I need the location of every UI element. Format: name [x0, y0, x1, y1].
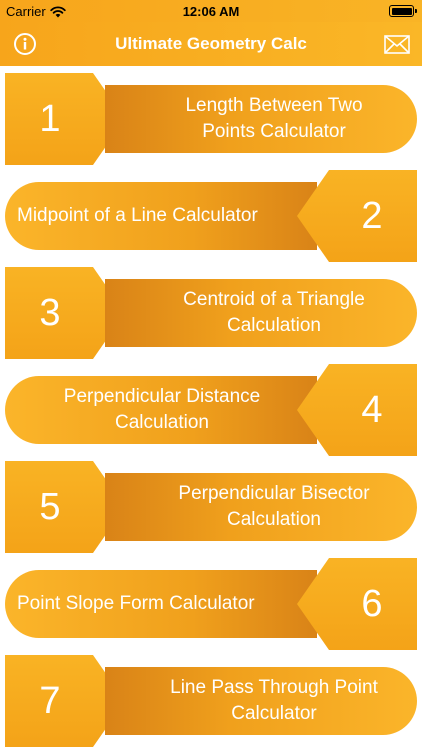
battery-icon — [389, 5, 417, 17]
item-number: 6 — [361, 583, 383, 625]
calculator-item-7[interactable]: 7 Line Pass Through Point Calculator — [5, 655, 417, 747]
status-bar: Carrier 12:06 AM — [0, 0, 422, 22]
item-label-pill: Perpendicular Distance Calculation — [5, 376, 317, 444]
item-label-pill: Centroid of a Triangle Calculation — [105, 279, 417, 347]
item-number: 4 — [361, 389, 383, 431]
item-label: Midpoint of a Line Calculator — [17, 205, 258, 226]
page-title: Ultimate Geometry Calc — [115, 34, 307, 53]
calculator-item-5[interactable]: 5 Perpendicular Bisector Calculation — [5, 461, 417, 553]
item-label: Line Pass Through Point Calculator — [170, 677, 378, 724]
mail-icon[interactable] — [384, 35, 410, 54]
item-label-pill: Perpendicular Bisector Calculation — [105, 473, 417, 541]
item-label-pill: Midpoint of a Line Calculator — [5, 182, 317, 250]
nav-bar: Ultimate Geometry Calc — [0, 22, 422, 66]
item-number: 2 — [361, 195, 383, 237]
calculator-list: 1 Length Between Two Points Calculator M… — [0, 66, 422, 750]
item-number: 7 — [39, 680, 61, 722]
calculator-item-1[interactable]: 1 Length Between Two Points Calculator — [5, 73, 417, 165]
calculator-item-3[interactable]: 3 Centroid of a Triangle Calculation — [5, 267, 417, 359]
item-label: Centroid of a Triangle Calculation — [183, 289, 365, 336]
item-number: 3 — [39, 292, 61, 334]
clock: 12:06 AM — [182, 4, 240, 19]
item-label: Perpendicular Distance Calculation — [63, 386, 261, 433]
item-number: 5 — [39, 486, 61, 528]
item-label: Length Between Two Points Calculator — [185, 95, 363, 142]
item-label-pill: Line Pass Through Point Calculator — [105, 667, 417, 735]
calculator-item-6[interactable]: Point Slope Form Calculator 6 — [5, 558, 417, 650]
item-label: Perpendicular Bisector Calculation — [178, 483, 370, 530]
item-label: Point Slope Form Calculator — [17, 593, 255, 614]
item-number: 1 — [39, 98, 61, 140]
item-label-pill: Length Between Two Points Calculator — [105, 85, 417, 153]
calculator-item-2[interactable]: Midpoint of a Line Calculator 2 — [5, 170, 417, 262]
calculator-item-4[interactable]: Perpendicular Distance Calculation 4 — [5, 364, 417, 456]
item-label-pill: Point Slope Form Calculator — [5, 570, 317, 638]
